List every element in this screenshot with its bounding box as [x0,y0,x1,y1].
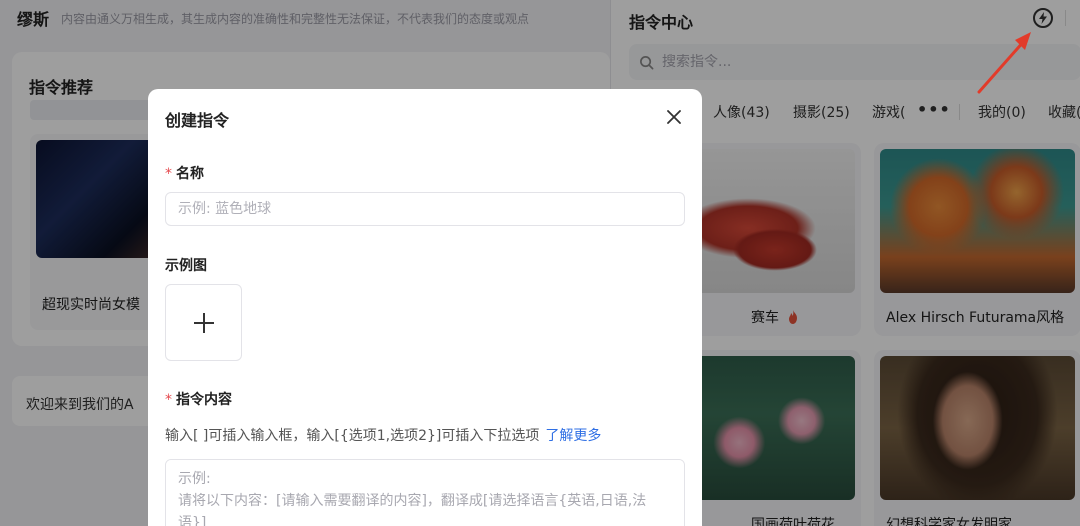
name-input[interactable] [165,192,685,226]
create-command-dialog: 创建指令 *名称 示例图 *指令内容 输入[ ]可插入输入框，输入[{选项1,选… [148,89,702,526]
annotation-arrow-icon [977,32,1031,94]
content-label: * 指令内容 [165,392,232,408]
plus-icon [193,312,214,333]
close-icon [667,110,681,124]
required-mark: * [165,392,172,408]
upload-image-button[interactable] [165,284,242,361]
required-mark: * [165,166,172,182]
content-textarea[interactable] [165,459,685,526]
example-image-label: 示例图 [165,258,207,274]
learn-more-link[interactable]: 了解更多 [545,428,601,444]
name-label: * 名称 [165,166,204,182]
close-button[interactable] [662,105,686,129]
dialog-title: 创建指令 [165,111,230,130]
content-hint: 输入[ ]可插入输入框，输入[{选项1,选项2}]可插入下拉选项 了解更多 [165,428,602,444]
